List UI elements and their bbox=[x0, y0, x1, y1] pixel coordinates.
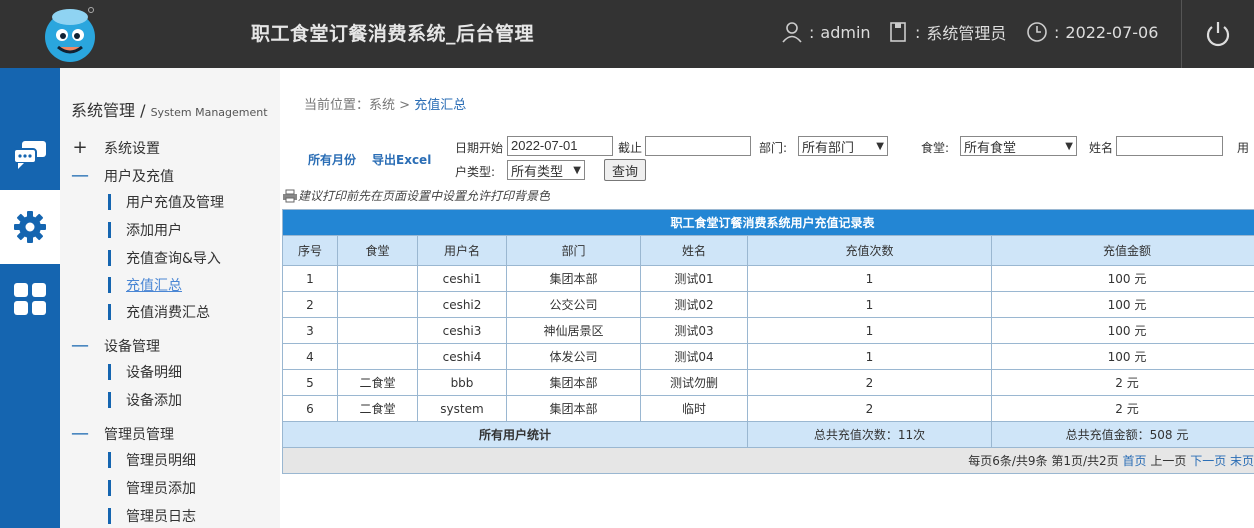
chevron-down-icon: ▼ bbox=[876, 140, 884, 152]
sidebar-item-device-detail[interactable]: 设备明细 bbox=[108, 362, 182, 382]
pager-first-link[interactable]: 首页 bbox=[1123, 454, 1147, 468]
column-header: 用户名 bbox=[417, 235, 507, 266]
column-header: 姓名 bbox=[640, 235, 748, 266]
pager-info: 每页6条/共9条 第1页/共2页 bbox=[968, 454, 1119, 468]
dept-label: 部门: bbox=[759, 141, 788, 155]
table-row: 6 二食堂 system 集团本部 临时 2 2 元 bbox=[282, 395, 1254, 422]
export-excel-link[interactable]: 导出Excel bbox=[372, 151, 431, 168]
sidebar-item-admin-log[interactable]: 管理员日志 bbox=[108, 506, 196, 526]
role-text: 系统管理员 bbox=[926, 24, 1007, 43]
logout-button[interactable] bbox=[1181, 0, 1254, 68]
minus-icon: — bbox=[71, 165, 89, 186]
current-date: : 2022-07-06 bbox=[1026, 20, 1158, 44]
summary-total-count: 总共充值次数：11次 bbox=[747, 421, 992, 448]
sidebar: 系统管理 / System Management + 系统设置 — 用户及充值 … bbox=[60, 68, 280, 528]
column-header: 部门 bbox=[506, 235, 641, 266]
chat-icon bbox=[13, 141, 46, 169]
dept-select[interactable]: 所有部门 ▼ bbox=[798, 136, 888, 156]
sidebar-group-users-recharge[interactable]: — 用户及充值 bbox=[70, 165, 174, 186]
summary-label: 所有用户统计 bbox=[282, 421, 748, 448]
sidebar-title: 系统管理 / System Management bbox=[71, 101, 268, 120]
plus-icon: + bbox=[72, 137, 88, 158]
username-text: admin bbox=[820, 22, 871, 42]
table-header-row: 序号 食堂 用户名 部门 姓名 充值次数 充值金额 bbox=[282, 235, 1254, 266]
power-icon bbox=[1206, 22, 1230, 47]
sidebar-group-device-manage[interactable]: — 设备管理 bbox=[70, 335, 160, 356]
name-input[interactable] bbox=[1116, 136, 1223, 156]
query-button[interactable]: 查询 bbox=[604, 159, 646, 181]
recharge-table: 职工食堂订餐消费系统用户充值记录表 序号 食堂 用户名 部门 姓名 充值次数 充… bbox=[281, 209, 1254, 474]
breadcrumb-current: 充值汇总 bbox=[414, 98, 467, 113]
table-row: 5 二食堂 bbb 集团本部 测试勿删 2 2 元 bbox=[282, 369, 1254, 396]
table-row: 4 ceshi4 体发公司 测试04 1 100 元 bbox=[282, 343, 1254, 370]
canteen-label: 食堂: bbox=[921, 141, 950, 155]
rail-settings-button[interactable] bbox=[0, 190, 60, 264]
sidebar-item-recharge-summary[interactable]: 充值汇总 bbox=[108, 275, 182, 295]
canteen-select[interactable]: 所有食堂 ▼ bbox=[960, 136, 1077, 156]
top-header: 职工食堂订餐消费系统_后台管理 : admin : 系统管理员 : 2022-0… bbox=[0, 0, 1254, 68]
module-rail bbox=[0, 68, 60, 528]
printer-icon bbox=[283, 189, 297, 202]
user-type-select[interactable]: 所有类型 ▼ bbox=[507, 160, 585, 180]
sidebar-item-add-user[interactable]: 添加用户 bbox=[108, 220, 182, 240]
column-header: 序号 bbox=[282, 235, 338, 266]
column-header: 食堂 bbox=[337, 235, 418, 266]
breadcrumb-parent[interactable]: 系统 bbox=[369, 98, 395, 113]
pager-row: 每页6条/共9条 第1页/共2页 首页 上一页 下一页 末页 bbox=[281, 447, 1254, 474]
user-type-label: 户类型: bbox=[455, 165, 496, 179]
table-row: 3 ceshi3 神仙居景区 测试03 1 100 元 bbox=[282, 317, 1254, 344]
current-user[interactable]: : admin bbox=[781, 20, 871, 44]
date-start-input[interactable]: 2022-07-01 bbox=[507, 136, 613, 156]
gear-icon bbox=[14, 211, 46, 243]
column-header: 充值次数 bbox=[747, 235, 992, 266]
clock-icon bbox=[1027, 22, 1047, 42]
pager: 每页6条/共9条 第1页/共2页 首页 上一页 下一页 末页 bbox=[281, 447, 1254, 474]
sidebar-item-recharge-consume-summary[interactable]: 充值消费汇总 bbox=[108, 302, 210, 322]
table-title-row: 职工食堂订餐消费系统用户充值记录表 bbox=[281, 209, 1254, 236]
minus-icon: — bbox=[71, 335, 89, 356]
current-role: : 系统管理员 bbox=[889, 20, 1006, 44]
name-label: 姓名 bbox=[1089, 141, 1114, 155]
date-end-label: 截止 bbox=[618, 141, 643, 155]
sidebar-item-recharge-query-import[interactable]: 充值查询&导入 bbox=[108, 248, 221, 268]
print-tip: 建议打印前先在页面设置中设置允许打印背景色 bbox=[282, 187, 550, 204]
summary-row: 所有用户统计 总共充值次数：11次 总共充值金额：508 元 bbox=[282, 421, 1254, 448]
pager-last-link[interactable]: 末页 bbox=[1230, 454, 1254, 468]
sidebar-group-system-settings[interactable]: + 系统设置 bbox=[70, 137, 160, 158]
grid-icon bbox=[14, 283, 46, 315]
table-title: 职工食堂订餐消费系统用户充值记录表 bbox=[281, 209, 1254, 236]
sidebar-item-admin-add[interactable]: 管理员添加 bbox=[108, 478, 196, 498]
rail-messages-button[interactable] bbox=[0, 118, 60, 192]
chevron-down-icon: ▼ bbox=[573, 164, 581, 176]
all-months-link[interactable]: 所有月份 bbox=[308, 151, 356, 168]
pager-prev: 上一页 bbox=[1150, 454, 1187, 468]
summary-total-amount: 总共充值金额：508 元 bbox=[990, 421, 1254, 448]
user-icon bbox=[782, 22, 802, 43]
rail-apps-button[interactable] bbox=[0, 262, 60, 336]
date-start-label: 日期开始 bbox=[455, 141, 504, 155]
sidebar-item-admin-detail[interactable]: 管理员明细 bbox=[108, 450, 196, 470]
app-title: 职工食堂订餐消费系统_后台管理 bbox=[251, 23, 535, 45]
id-card-icon bbox=[890, 22, 906, 42]
chevron-down-icon: ▼ bbox=[1065, 140, 1073, 152]
date-text: 2022-07-06 bbox=[1065, 22, 1159, 42]
logo-icon bbox=[42, 3, 100, 63]
breadcrumb: 当前位置：系统 > 充值汇总 bbox=[304, 98, 467, 113]
sidebar-item-device-add[interactable]: 设备添加 bbox=[108, 390, 182, 410]
minus-icon: — bbox=[71, 423, 89, 444]
table-row: 1 ceshi1 集团本部 测试01 1 100 元 bbox=[282, 265, 1254, 292]
sidebar-group-admin-manage[interactable]: — 管理员管理 bbox=[70, 423, 174, 444]
date-end-input[interactable] bbox=[645, 136, 751, 156]
sidebar-item-user-recharge-manage[interactable]: 用户充值及管理 bbox=[108, 192, 224, 212]
pager-next-link[interactable]: 下一页 bbox=[1190, 454, 1226, 468]
table-row: 2 ceshi2 公交公司 测试02 1 100 元 bbox=[282, 291, 1254, 318]
column-header: 充值金额 bbox=[990, 235, 1254, 266]
user-type-label-part1: 用 bbox=[1237, 141, 1250, 155]
